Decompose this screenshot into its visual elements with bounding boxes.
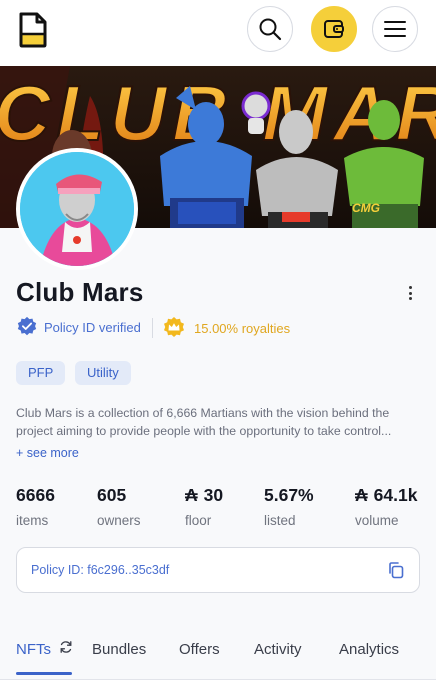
description-line: Club Mars is a collection of 6,666 Marti… xyxy=(16,406,390,420)
more-options-icon[interactable] xyxy=(400,282,420,304)
refresh-icon[interactable] xyxy=(59,640,73,654)
top-navigation-bar xyxy=(0,0,436,66)
hamburger-menu-icon xyxy=(384,21,406,37)
stat-volume-value: 64.1k xyxy=(373,485,418,505)
royalties-badge: 15.00% royalties xyxy=(162,316,290,340)
policy-verified-label: Policy ID verified xyxy=(44,319,141,335)
stat-items: 6666 items xyxy=(16,485,55,528)
stat-owners: 605 owners xyxy=(97,485,141,528)
tab-activity[interactable]: Activity xyxy=(254,641,302,658)
document-logo-icon[interactable] xyxy=(18,12,48,48)
stat-volume: ₳ 64.1k volume xyxy=(355,485,417,528)
stat-floor-value: 30 xyxy=(203,485,224,505)
collection-avatar xyxy=(16,148,138,270)
search-icon xyxy=(259,18,282,41)
stat-listed: 5.67% listed xyxy=(264,485,314,528)
search-button[interactable] xyxy=(247,6,293,52)
divider xyxy=(152,318,153,338)
tag-pfp[interactable]: PFP xyxy=(16,361,66,385)
collection-title: Club Mars xyxy=(16,277,144,307)
policy-id-box: Policy ID: f6c296..35c3df xyxy=(16,547,420,593)
tab-offers[interactable]: Offers xyxy=(179,641,220,658)
wallet-button[interactable] xyxy=(311,6,357,52)
tag-utility[interactable]: Utility xyxy=(75,361,131,385)
stat-volume-label: volume xyxy=(355,513,399,528)
stat-owners-label: owners xyxy=(97,513,141,528)
stat-listed-value: 5.67% xyxy=(264,485,314,505)
royalties-label: 15.00% royalties xyxy=(194,320,291,336)
stat-listed-label: listed xyxy=(264,513,296,528)
copy-icon[interactable] xyxy=(387,561,405,584)
menu-button[interactable] xyxy=(372,6,418,52)
policy-verified-badge: Policy ID verified xyxy=(16,316,141,338)
stat-items-value: 6666 xyxy=(16,485,55,505)
tab-nfts[interactable]: NFTs xyxy=(16,640,73,658)
ada-symbol-icon: ₳ xyxy=(185,485,198,505)
stat-floor: ₳ 30 floor xyxy=(185,485,223,528)
active-tab-indicator xyxy=(16,672,72,675)
ada-symbol-icon: ₳ xyxy=(355,485,368,505)
stat-floor-label: floor xyxy=(185,513,212,528)
see-more-link[interactable]: + see more xyxy=(16,446,79,460)
collection-description: Club Mars is a collection of 6,666 Marti… xyxy=(16,404,420,440)
tab-bundles[interactable]: Bundles xyxy=(92,641,146,658)
tab-nfts-label: NFTs xyxy=(16,641,51,658)
wallet-icon xyxy=(324,20,344,38)
verified-badge-icon xyxy=(17,316,37,336)
stat-items-label: items xyxy=(16,513,49,528)
stat-owners-value: 605 xyxy=(97,485,127,505)
tab-analytics[interactable]: Analytics xyxy=(339,641,399,658)
banner-badge-text: CMG xyxy=(352,201,380,215)
description-line: project aiming to provide people with th… xyxy=(16,424,392,438)
collection-tabs: NFTs Bundles Offers Activity Analytics xyxy=(0,630,436,680)
policy-id-text: Policy ID: f6c296..35c3df xyxy=(31,563,170,577)
crown-badge-icon xyxy=(164,317,184,337)
